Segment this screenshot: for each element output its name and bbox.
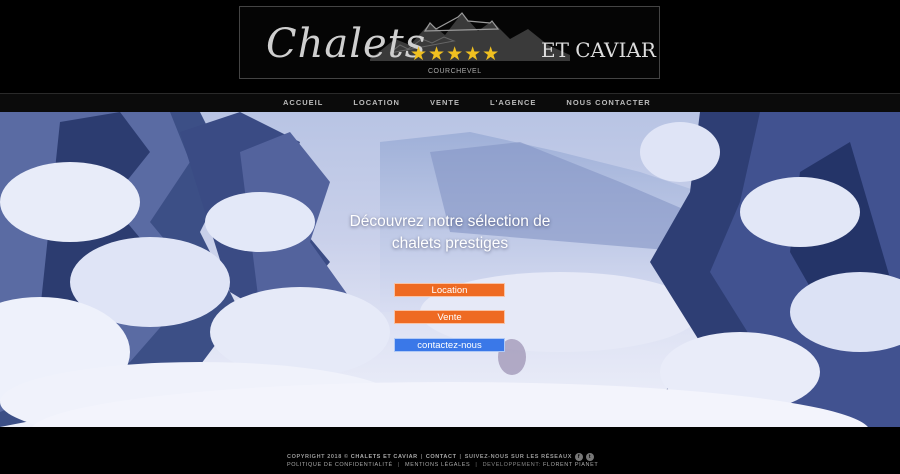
main-nav: ACCUEIL LOCATION VENTE L'AGENCE NOUS CON… <box>0 93 900 112</box>
nav-item-contact[interactable]: NOUS CONTACTER <box>566 98 650 107</box>
logo-subtitle: COURCHEVEL <box>428 68 482 75</box>
nav-item-agence[interactable]: L'AGENCE <box>490 98 536 107</box>
separator: | <box>459 454 462 460</box>
separator: | <box>475 462 478 468</box>
facebook-icon[interactable]: f <box>574 453 583 461</box>
hero-banner: Découvrez notre sélection de chalets pre… <box>0 112 900 427</box>
dev-link[interactable]: FLORENT PIANET <box>543 462 598 468</box>
hero-headline-line1: Découvrez notre sélection de <box>349 213 551 230</box>
site-footer: COPYRIGHT 2018 © CHALETS ET CAVIAR | CON… <box>0 427 900 474</box>
dev-text: DEVELOPPEMENT: <box>482 462 541 468</box>
logo-caviar-text: ET CAVIAR <box>541 38 656 62</box>
privacy-link[interactable]: POLITIQUE DE CONFIDENTIALITÉ <box>287 462 393 468</box>
site-logo[interactable]: Chalets ★★★★★ COURCHEVEL ET CAVIAR <box>239 6 660 79</box>
vente-button[interactable]: Vente <box>394 310 505 324</box>
site-header: Chalets ★★★★★ COURCHEVEL ET CAVIAR <box>0 0 900 93</box>
legal-link[interactable]: MENTIONS LÉGALES <box>405 462 470 468</box>
copyright-text: COPYRIGHT 2018 © <box>287 454 349 460</box>
twitter-icon[interactable]: t <box>585 453 594 461</box>
footer-line1: COPYRIGHT 2018 © CHALETS ET CAVIAR | CON… <box>287 453 594 461</box>
nav-item-location[interactable]: LOCATION <box>353 98 400 107</box>
nav-item-accueil[interactable]: ACCUEIL <box>283 98 323 107</box>
contact-button[interactable]: contactez-nous <box>394 338 505 352</box>
footer-line2: POLITIQUE DE CONFIDENTIALITÉ | MENTIONS … <box>287 462 598 468</box>
location-button[interactable]: Location <box>394 283 505 297</box>
separator: | <box>420 454 423 460</box>
separator: | <box>397 462 400 468</box>
logo-script-text: Chalets <box>266 21 427 67</box>
brand-link[interactable]: CHALETS ET CAVIAR <box>351 454 418 460</box>
five-stars-icon: ★★★★★ <box>410 44 501 65</box>
social-text: SUIVEZ-NOUS SUR LES RÉSEAUX <box>464 454 572 460</box>
hero-headline-line2: chalets prestiges <box>391 235 509 252</box>
hero-headline: Découvrez notre sélection de chalets pre… <box>300 211 600 255</box>
snowy-forest-background <box>0 112 900 427</box>
nav-item-vente[interactable]: VENTE <box>430 98 460 107</box>
contact-link[interactable]: CONTACT <box>426 454 457 460</box>
